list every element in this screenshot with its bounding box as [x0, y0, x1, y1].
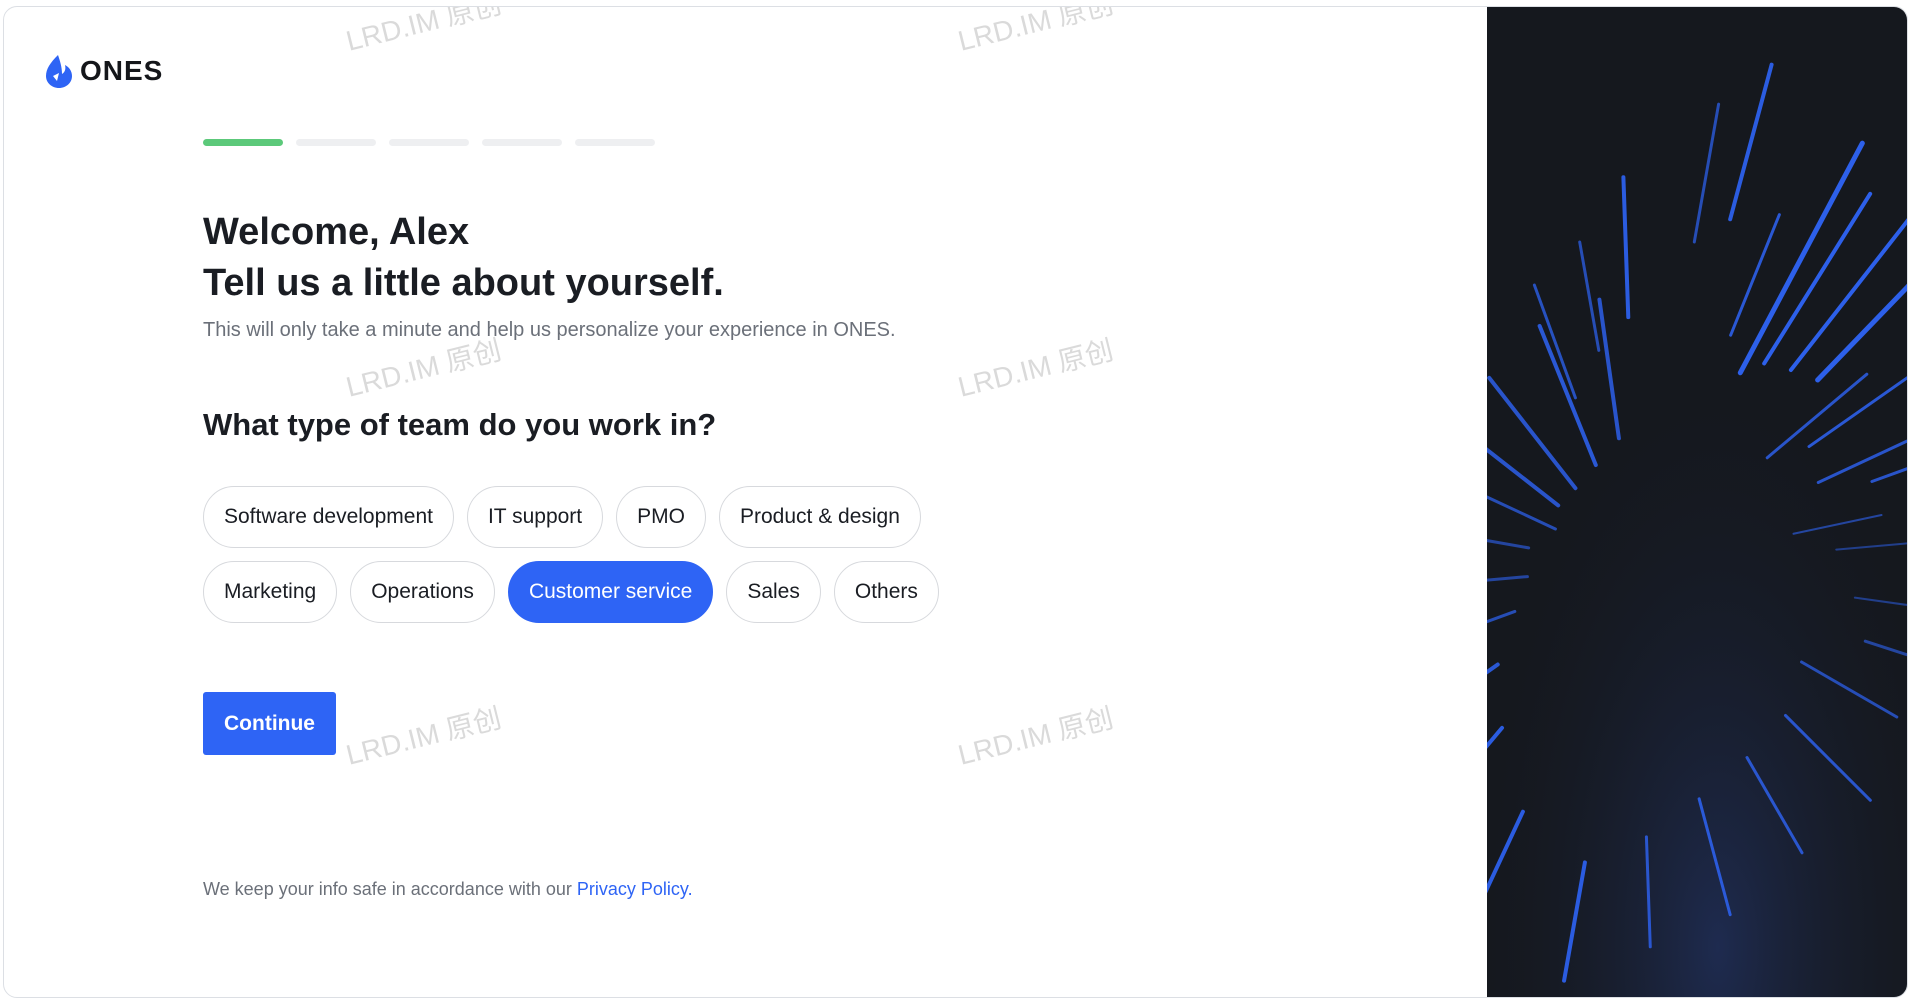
options-row: Software development IT support PMO Prod…: [203, 486, 1003, 548]
ones-logo: ONES: [44, 53, 163, 89]
title-line-welcome: Welcome, Alex: [203, 211, 470, 253]
privacy-policy-link[interactable]: Privacy Policy: [577, 879, 688, 899]
watermark: LRD.IM 原创: [342, 702, 505, 771]
option-operations[interactable]: Operations: [350, 561, 495, 623]
progress-step: [203, 139, 283, 146]
page-subtitle: This will only take a minute and help us…: [203, 319, 896, 341]
progress-step: [482, 139, 562, 146]
light-streaks-illustration: [1487, 7, 1907, 997]
privacy-text: We keep your info safe in accordance wit…: [203, 879, 577, 899]
team-type-options: Software development IT support PMO Prod…: [203, 486, 1003, 636]
option-it-support[interactable]: IT support: [466, 486, 604, 548]
option-product-design[interactable]: Product & design: [718, 486, 921, 548]
ones-logo-icon: [46, 55, 72, 88]
options-row: Marketing Operations Customer service Sa…: [203, 561, 1003, 623]
progress-step: [575, 139, 655, 146]
team-type-question: What type of team do you work in?: [203, 407, 717, 442]
watermark: LRD.IM 原创: [954, 334, 1117, 403]
title-line-prompt: Tell us a little about yourself.: [203, 262, 724, 304]
privacy-notice: We keep your info safe in accordance wit…: [203, 879, 693, 900]
option-marketing[interactable]: Marketing: [203, 561, 338, 623]
app-window: ONES Welcome, Alex Tell us a little abou…: [3, 6, 1908, 998]
decorative-panel: [1487, 7, 1907, 997]
watermark: LRD.IM 原创: [342, 6, 505, 57]
option-pmo[interactable]: PMO: [616, 486, 706, 548]
option-software-development[interactable]: Software development: [203, 486, 454, 548]
option-customer-service[interactable]: Customer service: [507, 561, 714, 623]
watermark: LRD.IM 原创: [954, 6, 1117, 57]
progress-step: [296, 139, 376, 146]
onboarding-panel: ONES Welcome, Alex Tell us a little abou…: [4, 7, 1487, 997]
privacy-suffix: .: [687, 879, 693, 899]
progress-step: [389, 139, 469, 146]
option-sales[interactable]: Sales: [726, 561, 821, 623]
brand-name: ONES: [80, 55, 164, 86]
watermark: LRD.IM 原创: [954, 702, 1117, 771]
continue-button[interactable]: Continue: [203, 692, 336, 755]
option-others[interactable]: Others: [833, 561, 939, 623]
page-title: Welcome, Alex Tell us a little about you…: [203, 207, 724, 309]
progress-indicator: [203, 139, 655, 146]
